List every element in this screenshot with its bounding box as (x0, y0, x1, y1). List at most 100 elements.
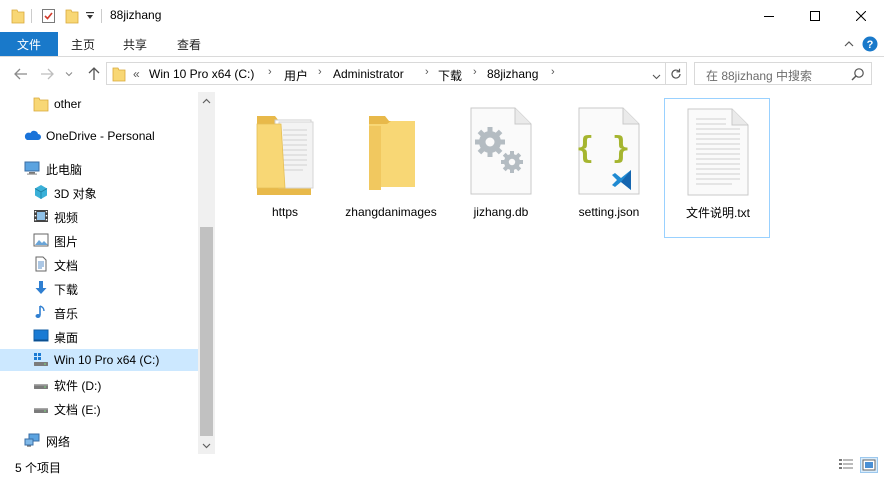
chevron-right-icon[interactable]: › (473, 66, 477, 78)
nav-label: OneDrive - Personal (46, 129, 155, 143)
qa-divider (31, 9, 32, 23)
title-divider (101, 9, 102, 23)
properties-icon[interactable] (41, 8, 56, 27)
nav-item-music[interactable]: 音乐 (0, 301, 198, 323)
maximize-button[interactable] (792, 0, 838, 32)
computer-icon (24, 160, 40, 176)
network-icon (24, 432, 40, 448)
recent-locations-button[interactable] (62, 64, 76, 84)
chevron-right-icon[interactable]: › (425, 66, 429, 78)
nav-item-desktop[interactable]: 桌面 (0, 325, 198, 347)
large-icons-view-icon[interactable] (860, 457, 878, 473)
nav-item-network[interactable]: 网络 (0, 429, 198, 451)
details-view-icon[interactable] (838, 458, 854, 472)
search-placeholder: 在 88jizhang 中搜索 (706, 69, 813, 83)
file-name: jizhang.db (473, 205, 529, 219)
minimize-icon (764, 16, 774, 17)
nav-label: other (54, 97, 82, 111)
nav-label: 网络 (46, 435, 71, 449)
file-item-jizhang-db[interactable]: jizhang.db (448, 98, 554, 238)
nav-label: 下载 (54, 283, 79, 297)
onedrive-icon (23, 128, 41, 144)
nav-item-pictures[interactable]: 图片 (0, 229, 198, 251)
file-item-https[interactable]: https (232, 98, 338, 238)
breadcrumb-administrator[interactable]: Administrator (333, 67, 404, 81)
nav-item-other[interactable]: other (0, 93, 198, 115)
search-icon[interactable] (851, 67, 865, 84)
search-box[interactable]: 在 88jizhang 中搜索 (694, 62, 872, 85)
breadcrumb-downloads[interactable]: 下载 (438, 67, 462, 84)
desktop-icon (33, 328, 49, 344)
forward-button[interactable] (37, 64, 57, 84)
back-button[interactable] (11, 64, 31, 84)
nav-label: 文档 (E:) (54, 403, 101, 417)
folder-icon (33, 96, 49, 112)
file-item-readme-txt[interactable]: 文件说明.txt (664, 98, 770, 238)
json-file-icon: { } (576, 102, 641, 198)
music-icon (33, 304, 49, 320)
nav-item-3d-objects[interactable]: 3D 对象 (0, 181, 198, 203)
svg-text:{ }: { } (577, 131, 630, 166)
maximize-icon (810, 11, 820, 21)
address-bar[interactable]: « Win 10 Pro x64 (C:) › 用户 › Administrat… (106, 62, 666, 85)
refresh-icon (671, 68, 681, 79)
nav-item-drive-c[interactable]: Win 10 Pro x64 (C:) (0, 349, 198, 371)
window-title: 88jizhang (110, 8, 162, 22)
breadcrumb-users[interactable]: 用户 (284, 67, 308, 84)
breadcrumb-current[interactable]: 88jizhang (487, 67, 538, 81)
tab-file[interactable]: 文件 (0, 32, 58, 56)
svg-text:?: ? (867, 39, 874, 51)
help-icon[interactable]: ? (862, 36, 878, 55)
chevron-right-icon[interactable]: › (268, 66, 272, 78)
chevron-down-icon (65, 72, 73, 77)
folder-icon[interactable] (11, 8, 25, 27)
expand-ribbon-icon[interactable] (844, 38, 854, 52)
scroll-up-button[interactable] (198, 92, 215, 109)
nav-item-drive-d[interactable]: 软件 (D:) (0, 373, 198, 395)
nav-item-downloads[interactable]: 下载 (0, 277, 198, 299)
up-button[interactable] (84, 64, 104, 84)
pictures-icon (33, 232, 49, 248)
nav-scrollbar[interactable] (198, 92, 215, 454)
nav-item-documents[interactable]: 文档 (0, 253, 198, 275)
tab-view[interactable]: 查看 (177, 32, 201, 56)
new-folder-icon[interactable] (65, 8, 79, 27)
nav-item-videos[interactable]: 视频 (0, 205, 198, 227)
forward-arrow-icon (41, 68, 54, 80)
chevron-right-icon[interactable]: › (551, 66, 555, 78)
scroll-down-button[interactable] (198, 437, 215, 454)
file-name: zhangdanimages (345, 205, 437, 219)
nav-label: 软件 (D:) (54, 379, 102, 393)
scroll-thumb[interactable] (200, 227, 213, 436)
folder-icon (359, 102, 423, 198)
minimize-button[interactable] (746, 0, 792, 32)
settings-file-icon (469, 102, 533, 198)
status-bar: 5 个项目 (0, 454, 884, 478)
system-drive-icon (33, 352, 49, 368)
close-button[interactable] (838, 0, 884, 32)
customize-qa-icon[interactable] (85, 10, 95, 24)
refresh-button[interactable] (666, 62, 687, 85)
up-arrow-icon (88, 67, 100, 80)
chevron-right-icon[interactable]: › (318, 66, 322, 78)
video-icon (33, 208, 49, 224)
address-history-chevron-icon[interactable] (652, 70, 661, 84)
back-arrow-icon (14, 68, 27, 80)
3d-objects-icon (33, 184, 49, 200)
folder-icon (112, 66, 126, 85)
file-item-zhangdanimages[interactable]: zhangdanimages (338, 98, 444, 238)
file-item-setting-json[interactable]: { } setting.json (556, 98, 662, 238)
nav-label: 文档 (54, 259, 79, 273)
address-overflow[interactable]: « (133, 67, 140, 81)
file-name: setting.json (578, 205, 640, 219)
nav-item-onedrive[interactable]: OneDrive - Personal (0, 125, 198, 147)
tab-home[interactable]: 主页 (71, 32, 95, 56)
nav-item-this-pc[interactable]: 此电脑 (0, 157, 198, 179)
drive-icon (33, 376, 49, 392)
nav-item-drive-e[interactable]: 文档 (E:) (0, 397, 198, 419)
breadcrumb-drive[interactable]: Win 10 Pro x64 (C:) (149, 67, 254, 81)
tab-share[interactable]: 共享 (123, 32, 147, 56)
title-bar: 88jizhang (0, 0, 884, 32)
ribbon-tabs: 文件 主页 共享 查看 ? (0, 32, 884, 56)
close-icon (856, 11, 866, 21)
